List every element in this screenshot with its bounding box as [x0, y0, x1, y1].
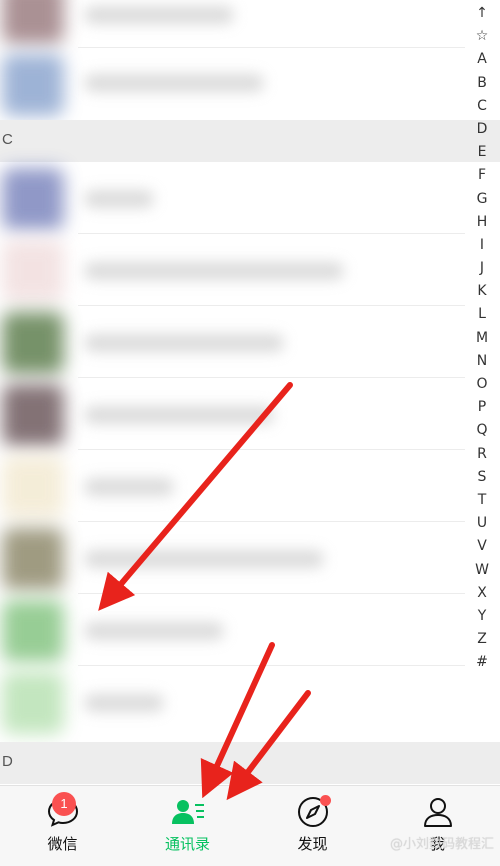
- index-letter[interactable]: P: [478, 396, 486, 419]
- index-letter[interactable]: E: [478, 141, 487, 164]
- contact-name-blurred: [84, 6, 234, 24]
- index-letter[interactable]: L: [478, 303, 486, 326]
- contact-row[interactable]: [0, 378, 465, 450]
- tab-label: 通讯录: [164, 835, 210, 853]
- watermark: @小刘数码教程汇: [389, 837, 494, 852]
- index-letter[interactable]: I: [480, 234, 484, 257]
- contacts-icon: [171, 800, 204, 824]
- contact-name-blurred: [84, 550, 324, 568]
- contact-name-blurred: [84, 334, 284, 352]
- tab-me[interactable]: 我: [375, 786, 500, 866]
- index-letter[interactable]: N: [477, 350, 487, 373]
- avatar: [2, 0, 64, 44]
- contact-row[interactable]: [0, 522, 465, 594]
- contact-name-blurred: [84, 406, 274, 424]
- contact-name-blurred: [84, 622, 224, 640]
- index-letter[interactable]: T: [478, 489, 487, 512]
- index-letter[interactable]: S: [478, 466, 487, 489]
- tab-chats[interactable]: 1 微信: [0, 786, 125, 866]
- alphabet-index[interactable]: ↑ ☆ A B C D E F G H I J K L M N O P Q R S T U V W X Y Z #: [472, 2, 492, 674]
- new-dot: [320, 795, 331, 806]
- avatar: [2, 528, 64, 590]
- index-letter[interactable]: G: [477, 188, 488, 211]
- section-header-c: C: [0, 120, 500, 162]
- avatar: [2, 312, 64, 374]
- index-letter[interactable]: K: [477, 280, 486, 303]
- avatar: [2, 54, 64, 116]
- index-letter[interactable]: M: [476, 327, 488, 350]
- contact-row[interactable]: [0, 450, 465, 522]
- index-letter[interactable]: H: [477, 211, 488, 234]
- index-letter[interactable]: X: [477, 582, 487, 605]
- index-letter[interactable]: W: [475, 559, 489, 582]
- unread-badge: 1: [52, 792, 76, 816]
- section-header-d: D: [0, 742, 500, 784]
- contact-row[interactable]: [0, 594, 465, 666]
- contact-name-blurred: [84, 694, 164, 712]
- contact-row[interactable]: [0, 48, 465, 120]
- contact-name-blurred: [84, 262, 344, 280]
- contact-row[interactable]: [0, 234, 465, 306]
- index-letter[interactable]: U: [477, 512, 487, 535]
- contact-name-blurred: [84, 478, 174, 496]
- tab-label: 微信: [47, 835, 78, 853]
- contact-row[interactable]: [0, 306, 465, 378]
- contact-name-blurred: [84, 190, 154, 208]
- index-letter[interactable]: ↑: [476, 2, 488, 25]
- avatar: [2, 456, 64, 518]
- index-letter[interactable]: F: [478, 164, 486, 187]
- index-letter[interactable]: Y: [478, 605, 487, 628]
- index-letter[interactable]: B: [477, 72, 487, 95]
- tab-label: 发现: [297, 835, 328, 853]
- tab-discover[interactable]: 发现: [250, 786, 375, 866]
- index-letter[interactable]: D: [477, 118, 488, 141]
- avatar: [2, 240, 64, 302]
- tab-bar: 1 微信 通讯录 发现 我 @小刘数码教程汇: [0, 785, 500, 866]
- index-letter[interactable]: V: [477, 535, 487, 558]
- contact-row[interactable]: [0, 666, 465, 738]
- avatar: [2, 672, 64, 734]
- section-letter: D: [2, 753, 13, 770]
- index-letter[interactable]: J: [480, 257, 484, 280]
- avatar: [2, 384, 64, 446]
- index-letter[interactable]: Z: [477, 628, 487, 651]
- contact-name-blurred: [84, 74, 264, 92]
- index-letter[interactable]: R: [477, 443, 487, 466]
- index-letter[interactable]: C: [477, 95, 487, 118]
- index-letter[interactable]: Q: [476, 419, 487, 442]
- contact-list[interactable]: C D: [0, 0, 500, 785]
- tab-contacts[interactable]: 通讯录: [125, 786, 250, 866]
- contact-row[interactable]: [0, 0, 465, 48]
- index-letter[interactable]: #: [476, 651, 488, 674]
- person-icon: [423, 798, 452, 827]
- avatar: [2, 600, 64, 662]
- contact-row[interactable]: [0, 162, 465, 234]
- section-letter: C: [2, 131, 13, 148]
- index-letter[interactable]: A: [477, 48, 487, 71]
- index-letter[interactable]: O: [476, 373, 487, 396]
- index-letter[interactable]: ☆: [476, 25, 489, 48]
- avatar: [2, 168, 64, 230]
